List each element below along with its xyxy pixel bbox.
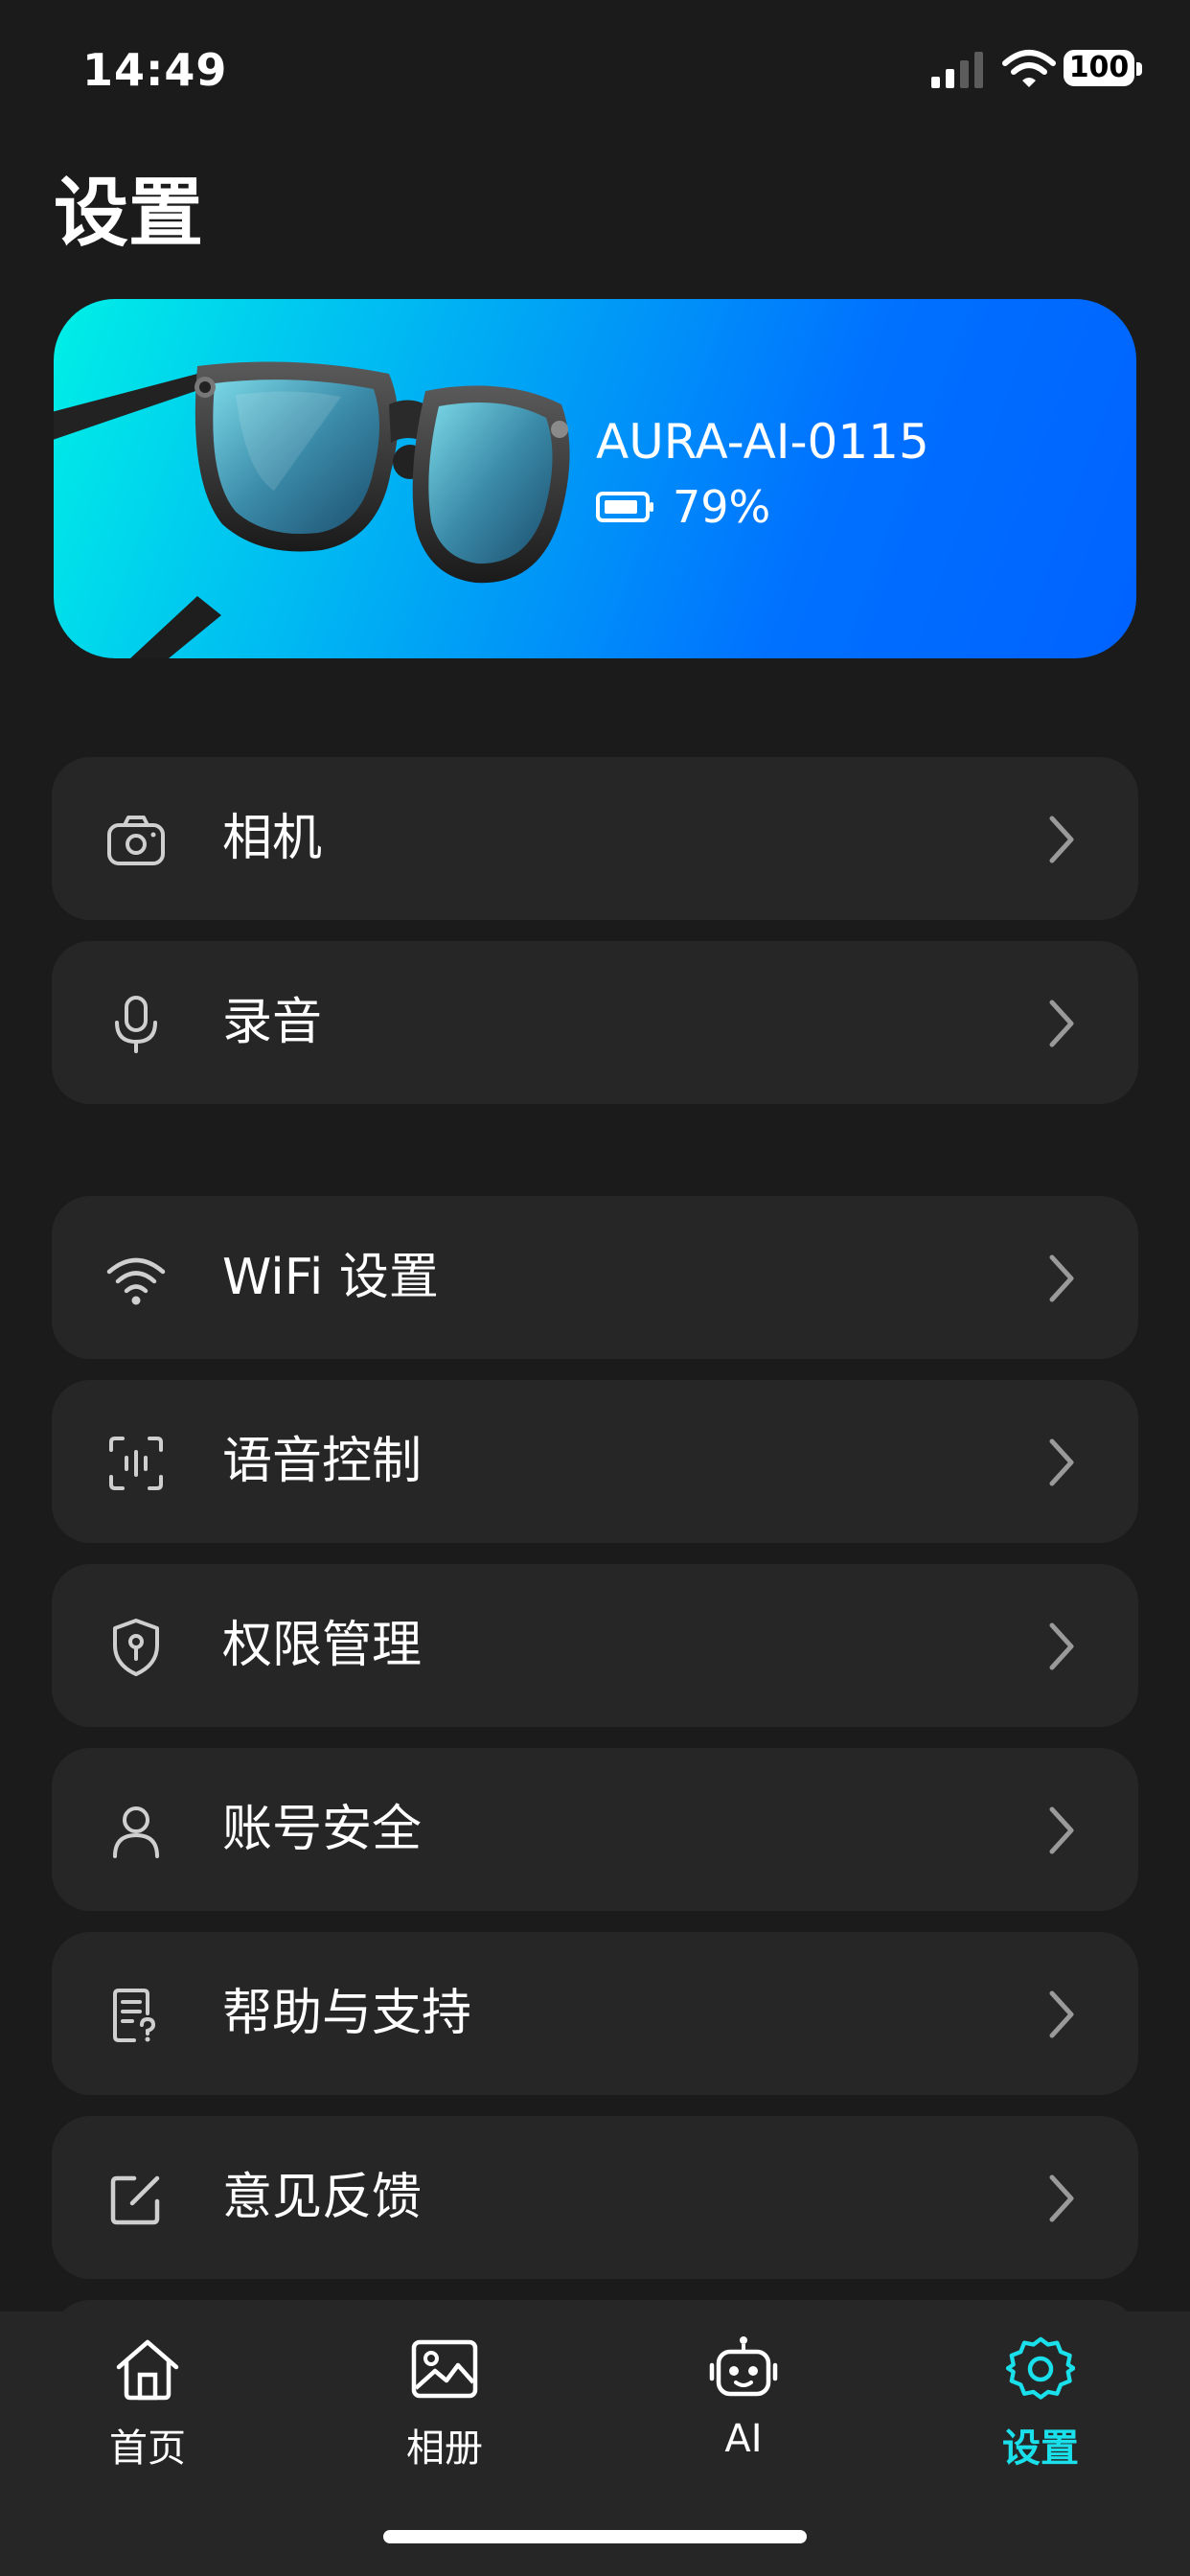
menu-label-voice-control: 语音控制: [222, 1433, 423, 1490]
chevron-right-icon: [1049, 1622, 1074, 1670]
menu-label-wifi: WiFi 设置: [222, 1249, 439, 1306]
tab-label-home: 首页: [109, 2426, 186, 2471]
menu-item-permissions[interactable]: 权限管理: [52, 1564, 1138, 1727]
home-icon: [116, 2339, 179, 2401]
tab-label-ai: AI: [724, 2417, 763, 2461]
tab-home[interactable]: 首页: [52, 2312, 243, 2503]
page-title: 设置: [54, 171, 204, 257]
chevron-right-icon: [1049, 816, 1074, 863]
menu-label-help-support: 帮助与支持: [222, 1985, 472, 2042]
battery-status-icon: 100: [1064, 46, 1146, 90]
tab-settings[interactable]: 设置: [945, 2312, 1136, 2503]
menu-label-feedback: 意见反馈: [222, 2169, 423, 2226]
status-time: 14:49: [82, 44, 228, 96]
shield-key-icon: [113, 1619, 159, 1676]
feedback-edit-icon: [110, 2175, 160, 2225]
smart-glasses-image: [54, 361, 570, 658]
chevron-right-icon: [1049, 2174, 1074, 2222]
device-name: AURA-AI-0115: [596, 414, 929, 470]
gear-icon: [1006, 2336, 1075, 2400]
tab-label-album: 相册: [406, 2426, 483, 2471]
help-document-icon: [113, 1989, 156, 2042]
home-indicator[interactable]: [383, 2530, 807, 2543]
menu-item-feedback[interactable]: 意见反馈: [52, 2116, 1138, 2279]
device-battery-level: 79%: [673, 481, 771, 533]
menu-label-recording: 录音: [222, 994, 323, 1051]
image-icon: [411, 2339, 478, 2399]
camera-icon: [107, 816, 165, 865]
chevron-right-icon: [1049, 1438, 1074, 1486]
tab-album[interactable]: 相册: [349, 2312, 540, 2503]
robot-icon: [709, 2336, 778, 2397]
user-icon: [113, 1806, 159, 1858]
menu-item-camera[interactable]: 相机: [52, 757, 1138, 920]
menu-label-camera: 相机: [222, 810, 323, 867]
microphone-icon: [115, 996, 157, 1053]
menu-label-account-security: 账号安全: [222, 1801, 423, 1858]
voice-control-icon: [109, 1437, 163, 1490]
wifi-icon: [106, 1257, 166, 1305]
wifi-status-icon: [1002, 50, 1056, 87]
menu-item-help-support[interactable]: 帮助与支持: [52, 1932, 1138, 2095]
tab-label-settings: 设置: [1002, 2426, 1079, 2471]
chevron-right-icon: [1049, 1990, 1074, 2038]
device-card[interactable]: AURA-AI-0115 79%: [54, 299, 1136, 658]
chevron-right-icon: [1049, 1806, 1074, 1854]
chevron-right-icon: [1049, 1000, 1074, 1047]
menu-label-permissions: 权限管理: [222, 1617, 423, 1674]
menu-item-account-security[interactable]: 账号安全: [52, 1748, 1138, 1911]
menu-item-voice-control[interactable]: 语音控制: [52, 1380, 1138, 1543]
menu-item-wifi[interactable]: WiFi 设置: [52, 1196, 1138, 1359]
cellular-signal-icon: [931, 52, 983, 88]
status-bar: 14:49 100: [0, 0, 1190, 144]
menu-item-recording[interactable]: 录音: [52, 941, 1138, 1104]
device-battery-icon: [596, 492, 653, 522]
battery-level: 100: [1068, 51, 1130, 84]
tab-ai[interactable]: AI: [648, 2312, 839, 2503]
chevron-right-icon: [1049, 1254, 1074, 1302]
